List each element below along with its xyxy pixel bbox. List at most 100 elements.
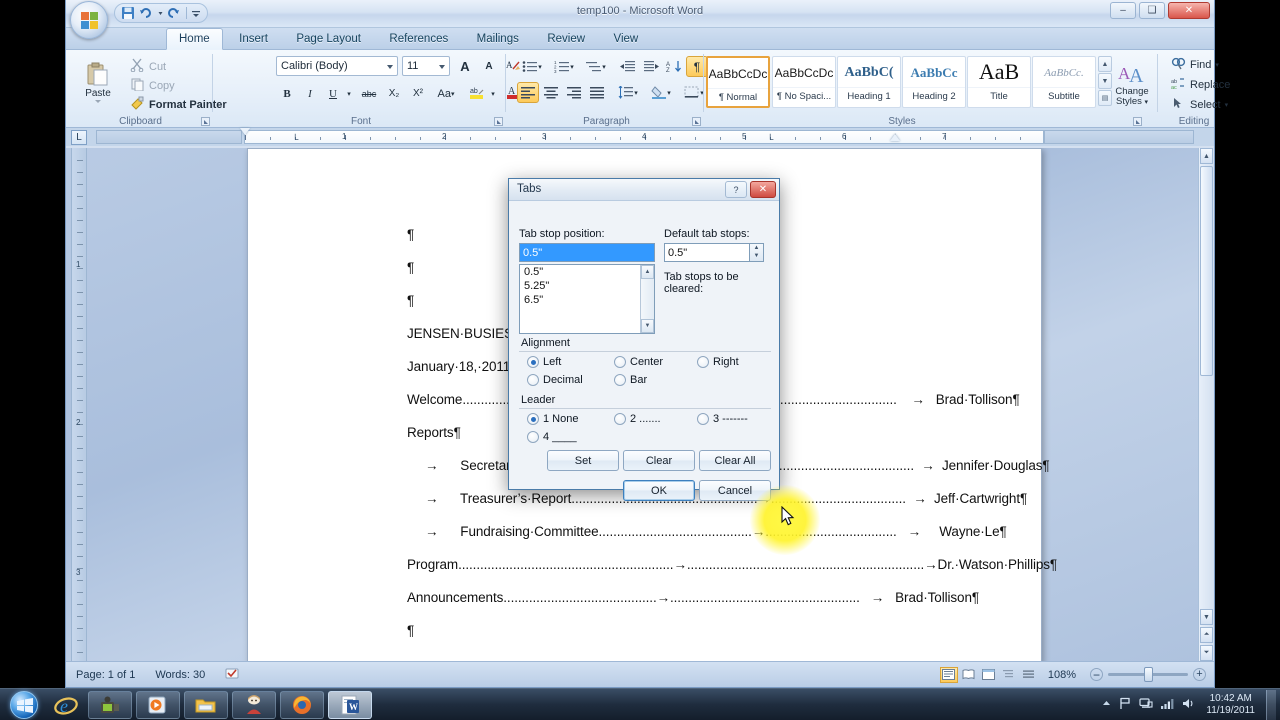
underline-button[interactable]: U	[322, 83, 344, 104]
dialog-help-button[interactable]: ?	[725, 181, 747, 198]
align-right-button[interactable]	[563, 82, 585, 103]
numbering-button[interactable]: 123 ▾	[549, 56, 579, 77]
zoom-slider-track[interactable]	[1108, 667, 1188, 682]
subscript-button[interactable]: X₂	[383, 83, 405, 104]
document-line[interactable]: Program.................................…	[407, 557, 1057, 572]
zoom-slider[interactable]: − +	[1090, 667, 1206, 682]
align-left-button[interactable]	[517, 82, 539, 103]
tab-review[interactable]: Review	[535, 29, 597, 51]
clear-all-button[interactable]: Clear All	[699, 450, 771, 471]
draft-view-button[interactable]	[1020, 667, 1038, 683]
font-size-combo[interactable]: 11	[402, 56, 450, 76]
clear-button[interactable]: Clear	[623, 450, 695, 471]
paste-button[interactable]: Paste	[76, 56, 120, 108]
font-dialog-launcher[interactable]	[494, 117, 503, 126]
taskbar-media-player[interactable]	[136, 690, 180, 719]
word-count[interactable]: Words: 30	[145, 669, 215, 681]
scroll-down-arrow-icon[interactable]: ▼	[1200, 609, 1213, 625]
network-tray-icon[interactable]	[1139, 697, 1153, 713]
line-spacing-button[interactable]: ▾	[613, 82, 643, 103]
zoom-out-button[interactable]: −	[1090, 668, 1103, 681]
start-button[interactable]	[2, 690, 46, 720]
first-line-indent-marker[interactable]	[240, 128, 250, 135]
tab-stop-position-input[interactable]: 0.5"	[519, 243, 655, 262]
document-line[interactable]: → Fundraising·Committee.................…	[425, 524, 1007, 539]
shrink-font-button[interactable]: A	[478, 56, 500, 77]
tab-stop-selector-button[interactable]: L	[71, 130, 87, 145]
set-button[interactable]: Set	[547, 450, 619, 471]
taskbar-clock[interactable]: 10:42 AM 11/19/2011	[1202, 693, 1259, 717]
taskbar-word[interactable]: W	[328, 690, 372, 719]
previous-page-icon[interactable]: ⏶	[1200, 627, 1213, 643]
tab-insert[interactable]: Insert	[227, 29, 280, 51]
ruler-tab-stop-marker[interactable]: └	[292, 134, 298, 144]
tab-home[interactable]: Home	[166, 28, 223, 50]
zoom-slider-thumb[interactable]	[1144, 667, 1153, 682]
tab-view[interactable]: View	[601, 29, 650, 51]
paragraph-dialog-launcher[interactable]	[692, 117, 701, 126]
close-button[interactable]: ✕	[1168, 2, 1210, 19]
highlight-dropdown-icon[interactable]: ▾	[488, 83, 498, 104]
zoom-in-button[interactable]: +	[1193, 668, 1206, 681]
scroll-up-arrow-icon[interactable]: ▲	[1200, 148, 1213, 164]
taskbar-firefox[interactable]	[280, 690, 324, 719]
change-styles-button[interactable]: A A Change Styles ▾	[1108, 56, 1156, 114]
tabs-dialog[interactable]: Tabs ? ✕ Tab stop position: 0.5" 0.5" 5.…	[508, 178, 780, 501]
style-normal[interactable]: AaBbCcDc ¶ Normal	[706, 56, 770, 108]
tab-stop-list-scrollbar[interactable]: ▲ ▼	[640, 265, 654, 333]
align-center-button[interactable]	[540, 82, 562, 103]
text-highlight-button[interactable]: ab	[466, 83, 488, 104]
font-name-combo[interactable]: Calibri (Body)	[276, 56, 398, 76]
tab-stop-list[interactable]: 0.5" 5.25" 6.5" ▲ ▼	[519, 264, 655, 334]
document-line[interactable]: ¶	[407, 260, 414, 275]
document-line[interactable]: ¶	[407, 227, 414, 242]
leader-dots-radio[interactable]: 2 .......	[614, 413, 661, 425]
alignment-right-radio[interactable]: Right	[697, 356, 739, 368]
copy-button[interactable]: Copy	[126, 75, 179, 96]
right-indent-marker[interactable]	[890, 134, 900, 141]
cut-button[interactable]: Cut	[126, 56, 170, 77]
taskbar-avatar-app[interactable]	[232, 690, 276, 719]
list-item[interactable]: 0.5"	[520, 265, 654, 279]
customize-qat-icon[interactable]	[191, 6, 201, 21]
list-scroll-up-icon[interactable]: ▲	[641, 265, 654, 279]
alignment-decimal-radio[interactable]: Decimal	[527, 374, 583, 386]
print-layout-view-button[interactable]	[939, 666, 958, 683]
italic-button[interactable]: I	[299, 83, 321, 104]
format-painter-button[interactable]: Format Painter	[126, 94, 231, 115]
change-case-button[interactable]: Aa ▾	[431, 83, 461, 104]
tab-references[interactable]: References	[377, 29, 460, 51]
scrollbar-thumb[interactable]	[1200, 166, 1213, 376]
justify-button[interactable]	[586, 82, 608, 103]
list-scroll-down-icon[interactable]: ▼	[641, 319, 654, 333]
leader-underline-radio[interactable]: 4 ____	[527, 431, 577, 443]
find-dropdown-icon[interactable]: ▾	[1215, 61, 1219, 69]
sort-button[interactable]: AZ	[663, 56, 685, 77]
alignment-bar-radio[interactable]: Bar	[614, 374, 647, 386]
list-item[interactable]: 6.5"	[520, 293, 654, 307]
increase-indent-button[interactable]	[640, 56, 662, 77]
maximize-button[interactable]: ❑	[1139, 2, 1165, 19]
action-center-flag-icon[interactable]	[1119, 697, 1132, 713]
document-line[interactable]: ¶	[407, 293, 414, 308]
leader-none-radio[interactable]: 1 None	[527, 413, 578, 425]
alignment-left-radio[interactable]: Left	[527, 356, 561, 368]
style-no-spacing[interactable]: AaBbCcDc ¶ No Spaci...	[772, 56, 836, 108]
default-tab-stops-input[interactable]: 0.5"	[664, 243, 750, 262]
grow-font-button[interactable]: A	[454, 56, 476, 77]
replace-button[interactable]: ab ac Replace	[1167, 75, 1234, 95]
view-buttons[interactable]	[939, 666, 1038, 683]
vertical-ruler[interactable]: 1 2 3	[71, 148, 87, 661]
horizontal-ruler[interactable]: 1 2 3 4 5 6 7 └ └ └	[240, 128, 1046, 144]
spinner-up-icon[interactable]: ▲	[750, 244, 763, 252]
select-dropdown-icon[interactable]: ▾	[1225, 101, 1229, 109]
document-line[interactable]: Announcements...........................…	[407, 590, 979, 605]
bullets-button[interactable]: ▾	[517, 56, 547, 77]
next-page-icon[interactable]: ⏷	[1200, 645, 1213, 661]
redo-icon[interactable]	[166, 6, 182, 21]
document-vertical-scrollbar[interactable]: ▲ ▼ ⏶ ⏷	[1198, 148, 1214, 661]
undo-dropdown-icon[interactable]	[157, 6, 164, 21]
taskbar-camera-recorder[interactable]	[88, 690, 132, 719]
decrease-indent-button[interactable]	[617, 56, 639, 77]
web-layout-view-button[interactable]	[980, 667, 998, 683]
